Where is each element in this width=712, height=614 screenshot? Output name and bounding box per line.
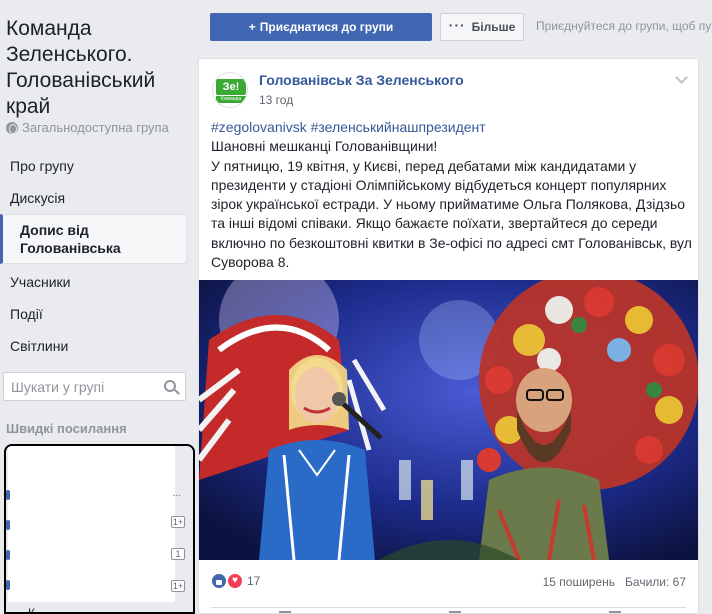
more-dots-icon[interactable]: ... <box>173 488 181 499</box>
quick-links-header: Швидкі посилання <box>6 421 127 436</box>
list-item-marker <box>6 490 10 500</box>
concert-photo-illustration <box>199 280 698 560</box>
chevron-down-icon[interactable] <box>675 71 688 84</box>
quick-links-panel: ... 1+ 1 1+ К... <box>4 444 195 614</box>
avatar-logo-text: Зе! <box>216 79 246 95</box>
post-timestamp[interactable]: 13 год <box>259 93 293 107</box>
reactions-count: 17 <box>247 574 261 588</box>
group-nav: Про групу Дискусія Допис від Голованівсь… <box>0 150 187 362</box>
globe-icon <box>6 121 18 134</box>
join-hint: Приєднуйтеся до групи, щоб публікувати <box>536 19 712 33</box>
nav-item-events[interactable]: Події <box>0 298 187 330</box>
author-avatar[interactable]: Зе! Команда <box>212 72 248 108</box>
nav-item-about[interactable]: Про групу <box>0 150 187 182</box>
reactions-summary[interactable]: ♥ 17 <box>211 573 260 589</box>
search-placeholder: Шукати у групі <box>11 378 105 395</box>
nav-item-photos[interactable]: Світлини <box>0 330 187 362</box>
count-badge: 1 <box>171 548 185 560</box>
nav-item-label: Події <box>10 306 43 322</box>
nav-item-label: Дискусія <box>10 190 66 206</box>
list-item-marker <box>6 550 10 560</box>
list-item-marker <box>6 580 10 590</box>
plus-icon: + <box>248 20 256 34</box>
views-count: Бачили: 67 <box>625 575 686 589</box>
shares-count[interactable]: 15 поширень <box>543 575 615 589</box>
actions-divider <box>211 607 686 608</box>
post-stats: 15 поширень Бачили: 67 <box>543 575 686 589</box>
like-reaction-icon <box>211 573 227 589</box>
nav-item-discussion[interactable]: Дискусія <box>0 182 187 214</box>
nav-item-label: Допис від Голованівська <box>20 222 121 256</box>
more-button-label: Більше <box>471 20 516 34</box>
avatar-logo-sub: Команда <box>216 96 246 103</box>
count-badge: 1+ <box>171 580 185 592</box>
post-author[interactable]: Голованівськ За Зеленського <box>259 72 464 88</box>
redacted-area <box>8 446 175 602</box>
nav-item-label: Світлини <box>10 338 69 354</box>
group-visibility: Загальнодоступна група <box>6 120 169 135</box>
left-sidebar: Команда Зеленського. Голованівський край… <box>0 0 195 614</box>
post-body: #zegolovanivsk #зеленськийнашпрезидент Ш… <box>211 118 693 272</box>
post-card: Зе! Команда Голованівськ За Зеленського … <box>198 58 699 614</box>
post-message: Шановні мешканці Голованівщини! У пятниц… <box>211 138 692 271</box>
more-dots-icon: ··· <box>448 17 466 33</box>
nav-item-label: Про групу <box>10 158 74 174</box>
count-badge: 1+ <box>171 516 185 528</box>
love-reaction-icon: ♥ <box>227 573 243 589</box>
post-photo[interactable] <box>199 280 698 560</box>
group-title[interactable]: Команда Зеленського. Голованівський край <box>6 16 191 120</box>
quick-link-item[interactable]: К... <box>28 606 45 612</box>
nav-item-post-from[interactable]: Допис від Голованівська <box>0 214 187 264</box>
nav-item-members[interactable]: Учасники <box>0 266 187 298</box>
visibility-label: Загальнодоступна група <box>22 120 169 135</box>
post-hashtags[interactable]: #zegolovanivsk #зеленськийнашпрезидент <box>211 118 693 137</box>
group-search-input[interactable]: Шукати у групі <box>3 372 186 401</box>
join-button-label: Приєднатися до групи <box>259 20 394 34</box>
list-item-marker <box>6 520 10 530</box>
join-group-button[interactable]: + Приєднатися до групи <box>210 13 432 41</box>
search-icon[interactable] <box>164 380 176 392</box>
more-button[interactable]: ··· Більше <box>440 13 524 41</box>
nav-item-label: Учасники <box>10 274 71 290</box>
